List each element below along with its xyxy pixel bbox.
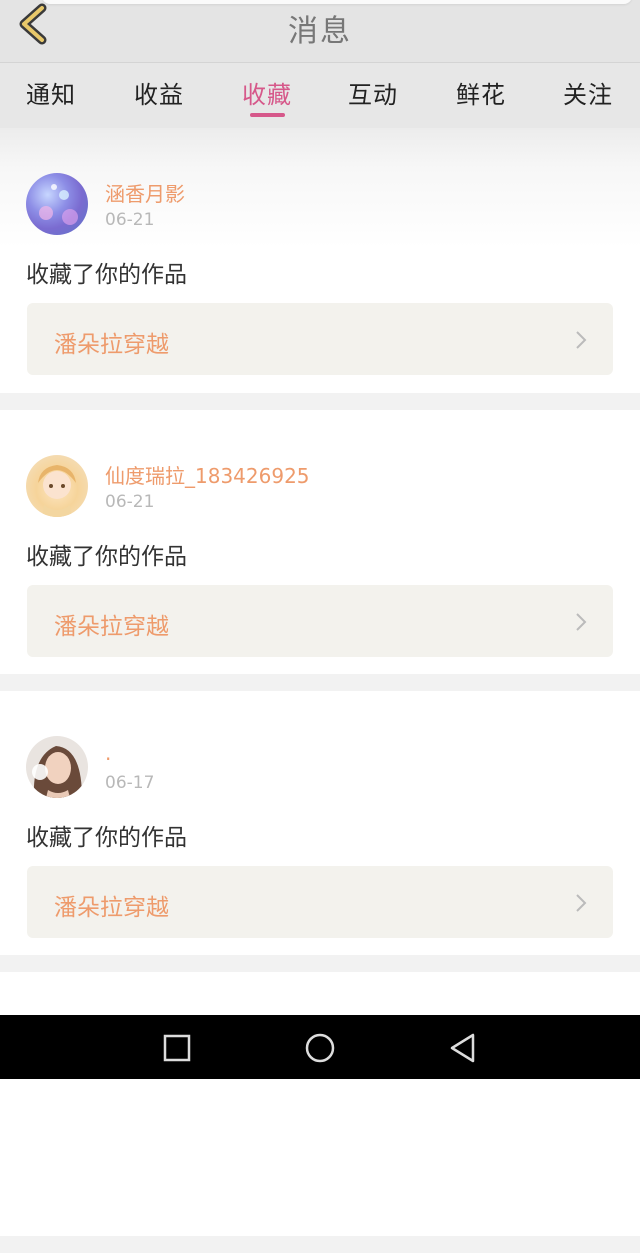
tab-following[interactable]: 关注 bbox=[543, 75, 633, 110]
square-icon[interactable] bbox=[160, 1031, 194, 1065]
chevron-right-icon bbox=[576, 613, 587, 631]
timestamp: 06-21 bbox=[105, 492, 155, 512]
avatar-image bbox=[39, 184, 78, 225]
top-overlay-bar bbox=[42, 0, 632, 4]
tab-favorites[interactable]: 收藏 bbox=[222, 75, 312, 110]
triangle-back-icon[interactable] bbox=[446, 1031, 480, 1065]
username[interactable]: 涵香月影 bbox=[105, 178, 185, 207]
action-text: 收藏了你的作品 bbox=[26, 825, 187, 851]
tab-notifications[interactable]: 通知 bbox=[6, 75, 96, 110]
tab-bar: 通知 收益 收藏 互动 鲜花 关注 bbox=[0, 62, 640, 129]
app-header: 消息 bbox=[0, 0, 640, 62]
tab-flowers[interactable]: 鲜花 bbox=[436, 75, 526, 110]
username[interactable]: . bbox=[105, 741, 111, 765]
page-title: 消息 bbox=[288, 14, 352, 49]
avatar-image bbox=[38, 465, 76, 517]
timestamp: 06-21 bbox=[105, 210, 155, 230]
work-title: 潘朵拉穿越 bbox=[54, 895, 169, 921]
list-item: 涵香月影 06-21 收藏了你的作品 潘朵拉穿越 bbox=[0, 128, 640, 393]
chevron-right-icon bbox=[576, 894, 587, 912]
avatar[interactable] bbox=[26, 173, 88, 235]
avatar-image bbox=[32, 746, 82, 798]
work-title: 潘朵拉穿越 bbox=[54, 332, 169, 358]
action-text: 收藏了你的作品 bbox=[26, 544, 187, 570]
work-title: 潘朵拉穿越 bbox=[54, 614, 169, 640]
tab-interactions[interactable]: 互动 bbox=[328, 75, 418, 110]
message-list: 涵香月影 06-21 收藏了你的作品 潘朵拉穿越 仙度瑞拉_183426925 … bbox=[0, 128, 640, 1253]
avatar[interactable] bbox=[26, 736, 88, 798]
action-text: 收藏了你的作品 bbox=[26, 262, 187, 288]
circle-icon[interactable] bbox=[303, 1031, 337, 1065]
list-item: . 06-17 收藏了你的作品 潘朵拉穿越 bbox=[0, 691, 640, 955]
work-link[interactable]: 潘朵拉穿越 bbox=[27, 303, 613, 375]
timestamp: 06-17 bbox=[105, 773, 155, 793]
work-link[interactable]: 潘朵拉穿越 bbox=[27, 866, 613, 938]
username[interactable]: 仙度瑞拉_183426925 bbox=[105, 460, 310, 489]
active-tab-indicator bbox=[250, 113, 285, 117]
work-link[interactable]: 潘朵拉穿越 bbox=[27, 585, 613, 657]
list-item: 仙度瑞拉_183426925 06-21 收藏了你的作品 潘朵拉穿越 bbox=[0, 410, 640, 674]
avatar[interactable] bbox=[26, 455, 88, 517]
list-item: @ 06-17 bbox=[0, 972, 640, 1236]
tab-earnings[interactable]: 收益 bbox=[114, 75, 204, 110]
system-nav-bar bbox=[0, 1015, 640, 1079]
chevron-right-icon bbox=[576, 331, 587, 349]
